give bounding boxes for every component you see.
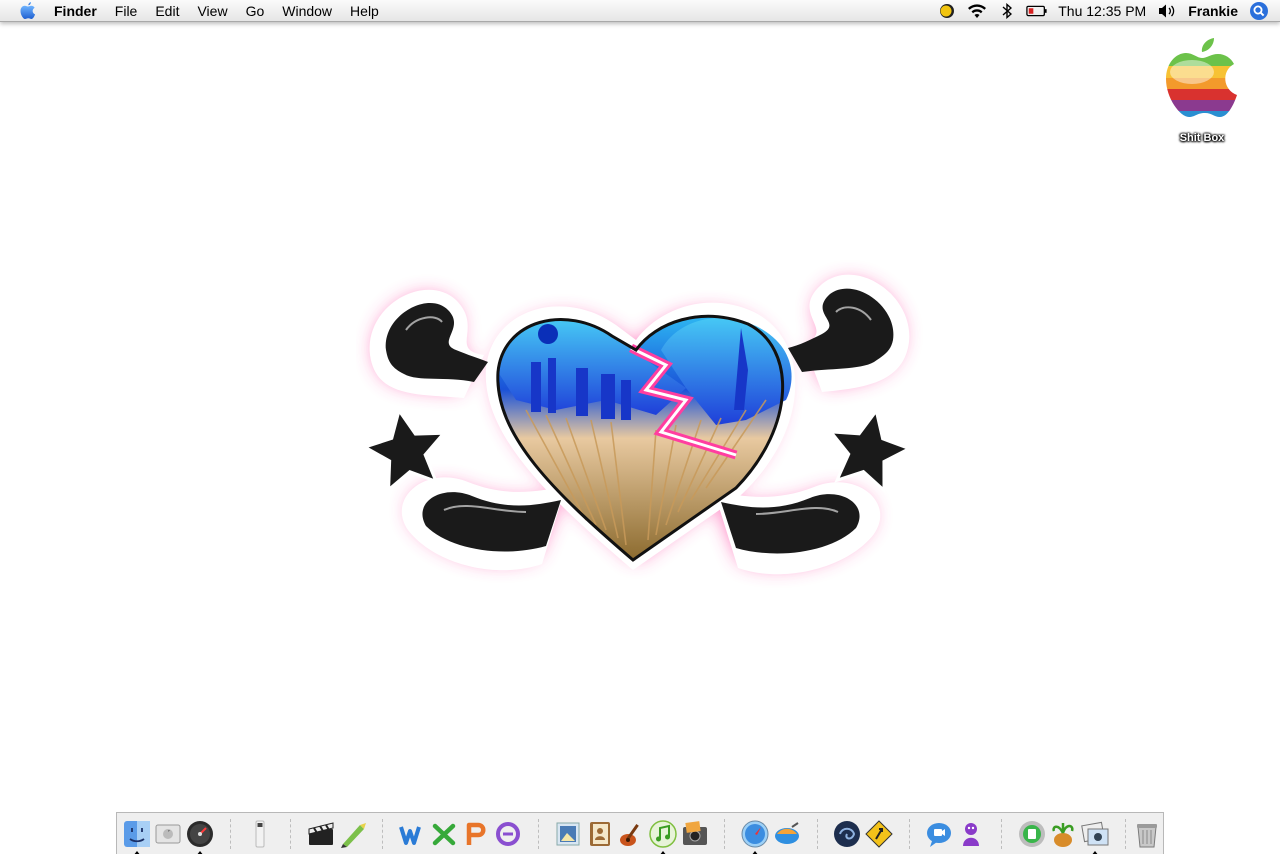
dock-separator	[908, 818, 910, 849]
dock-coconut-battery-icon[interactable]	[864, 818, 895, 850]
desktop[interactable]: Finder File Edit View Go Window Help Thu…	[0, 0, 1280, 854]
dock-finder-icon[interactable]	[122, 818, 153, 854]
dock-entourage-icon[interactable]	[493, 818, 524, 850]
dock-safari-icon[interactable]	[740, 818, 771, 854]
running-indicator	[1090, 850, 1099, 854]
dock-separator	[290, 818, 292, 849]
menu-file[interactable]: File	[106, 0, 147, 22]
apple-menu-icon[interactable]	[17, 0, 39, 22]
dock-separator	[724, 818, 726, 849]
dock-ichat-icon[interactable]	[924, 818, 955, 850]
dock-ipod-icon[interactable]	[245, 818, 276, 850]
rainbow-apple-icon	[1166, 38, 1237, 117]
bluetooth-icon[interactable]	[996, 0, 1018, 22]
wifi-icon[interactable]	[966, 0, 988, 22]
dock-word-icon[interactable]	[398, 818, 429, 850]
dock-dashboard-icon[interactable]	[185, 818, 216, 854]
desktop-drive-label: Shit Box	[1179, 132, 1225, 144]
dock-adium-icon[interactable]	[956, 818, 987, 850]
running-indicator	[751, 850, 760, 854]
dock-tropical-app-icon[interactable]	[1048, 818, 1079, 850]
dock-separator	[1000, 818, 1002, 849]
menu-edit[interactable]: Edit	[146, 0, 188, 22]
battery-icon[interactable]	[1026, 0, 1048, 22]
wallpaper-heart-art	[361, 274, 913, 575]
menu-window[interactable]: Window	[273, 0, 341, 22]
dock-final-cut-icon[interactable]	[306, 818, 337, 850]
clock[interactable]: Thu 12:35 PM	[1058, 3, 1146, 19]
spotlight-icon[interactable]	[1248, 0, 1270, 22]
menu-view[interactable]: View	[188, 0, 236, 22]
dock-address-book-icon[interactable]	[585, 818, 616, 850]
running-indicator	[659, 850, 668, 854]
updates-icon[interactable]	[936, 0, 958, 22]
dock-trash-icon[interactable]	[1132, 818, 1163, 850]
dock-separator	[382, 818, 384, 849]
menu-bar: Finder File Edit View Go Window Help Thu…	[0, 0, 1280, 22]
dock-separator	[537, 818, 539, 849]
dock-sketch-icon[interactable]	[337, 818, 368, 850]
dock-garageband-icon[interactable]	[616, 818, 647, 850]
dock-system-preferences-icon[interactable]	[153, 818, 184, 850]
dock-separator	[229, 818, 231, 849]
menu-app-name[interactable]: Finder	[45, 0, 106, 22]
running-indicator	[195, 850, 204, 854]
dock-quicksilver-icon[interactable]	[832, 818, 863, 850]
dock	[116, 812, 1164, 854]
dock-transmit-icon[interactable]	[772, 818, 803, 850]
dock-powerpoint-icon[interactable]	[461, 818, 492, 850]
dock-itunes-icon[interactable]	[648, 818, 679, 854]
running-indicator	[132, 850, 141, 854]
user-name[interactable]: Frankie	[1188, 3, 1238, 19]
dock-separator	[1124, 818, 1126, 849]
menu-help[interactable]: Help	[341, 0, 388, 22]
volume-icon[interactable]	[1156, 0, 1178, 22]
dock-excel-icon[interactable]	[429, 818, 460, 850]
dock-iphoto-icon[interactable]	[679, 818, 710, 850]
dock-preview-icon[interactable]	[553, 818, 584, 850]
desktop-drive-icon[interactable]: Shit Box	[1160, 36, 1244, 144]
menu-go[interactable]: Go	[237, 0, 274, 22]
dock-gear-app-icon[interactable]	[1016, 818, 1047, 850]
dock-photo-app-icon[interactable]	[1079, 818, 1110, 854]
dock-separator	[816, 818, 818, 849]
